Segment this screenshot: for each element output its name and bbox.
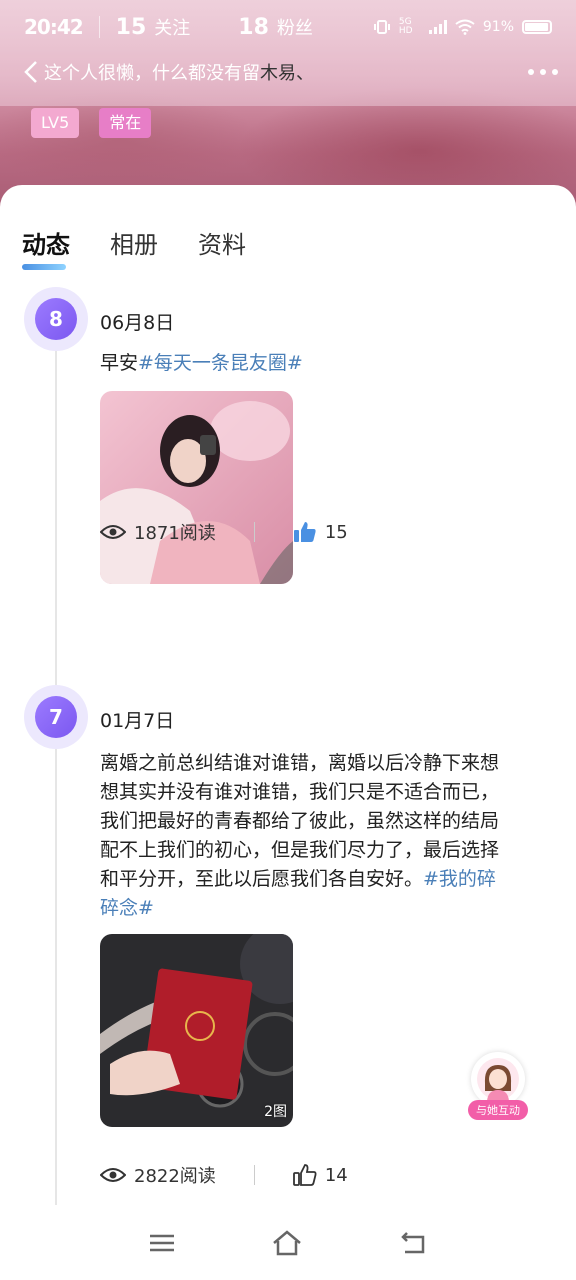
vibrate-icon [373, 20, 390, 34]
avatar [471, 1052, 525, 1106]
eye-icon [100, 525, 126, 539]
interact-button[interactable]: 与她互动 [468, 1052, 528, 1124]
profile-tags: LV5 常在 [31, 108, 152, 138]
eye-icon [100, 1168, 126, 1182]
following-count: 15 [115, 15, 147, 40]
post-image[interactable] [100, 391, 293, 584]
profile-tabs: 动态 相册 资料 [22, 225, 246, 270]
timeline-line [55, 320, 57, 1215]
more-options-button[interactable] [528, 69, 558, 75]
view-count: 1871阅读 [134, 523, 216, 544]
back-nav-icon[interactable] [399, 1231, 427, 1255]
network-type: 5G HD [398, 17, 413, 36]
menu-icon[interactable] [149, 1233, 175, 1253]
status-badge: 常在 [99, 108, 152, 138]
system-nav-bar [0, 1205, 576, 1280]
post-date: 01月7日 [100, 710, 175, 732]
like-count: 15 [324, 521, 348, 543]
girl-avatar-icon [477, 1058, 519, 1101]
view-count: 2822阅读 [134, 1166, 216, 1187]
wifi-icon [455, 19, 475, 35]
selfie-photo [100, 391, 293, 584]
signal-icon [428, 20, 447, 34]
day-badge: 7 [24, 685, 88, 749]
level-badge: LV5 [31, 108, 80, 138]
status-divider [98, 16, 100, 38]
post-image[interactable]: 2图 [100, 934, 293, 1127]
meta-divider [253, 1165, 255, 1185]
followers-count: 18 [238, 15, 269, 40]
profile-nickname: 木易、 [260, 63, 314, 84]
profile-nav-row: 这个人很懒，什么都没有留 木易、 [0, 52, 576, 92]
status-bar: 20:42 15 关注 18 粉丝 5G HD 91% [0, 0, 576, 54]
post-meta: 1871阅读 15 [100, 519, 348, 545]
day-number: 8 [35, 298, 77, 340]
post-text: 早安#每天一条昆友圈# [100, 349, 500, 378]
chevron-left-icon [24, 61, 37, 83]
thumbs-up-icon[interactable] [292, 1163, 317, 1187]
post-text: 离婚之前总纠结谁对谁错，离婚以后冷静下来想想其实并没有谁对谁错，我们只是不适合而… [100, 749, 500, 923]
like-count: 14 [324, 1164, 348, 1186]
image-count: 2图 [264, 1104, 287, 1120]
profile-bio: 这个人很懒，什么都没有留 [44, 63, 260, 84]
following-stat[interactable]: 15 关注 [116, 14, 191, 40]
back-button[interactable] [18, 56, 44, 88]
interact-label: 与她互动 [468, 1100, 528, 1120]
status-time: 20:42 [24, 15, 84, 39]
followers-stat[interactable]: 18 粉丝 [238, 14, 313, 40]
day-badge: 8 [24, 287, 88, 351]
battery-icon [522, 20, 552, 34]
system-status-icons: 5G HD 91% [373, 18, 552, 36]
post-meta: 2822阅读 14 [100, 1162, 348, 1188]
followers-label: 粉丝 [276, 18, 313, 39]
tab-posts[interactable]: 动态 [22, 225, 70, 270]
home-icon[interactable] [272, 1229, 302, 1256]
post-date: 06月8日 [100, 312, 175, 334]
post-body: 早安 [100, 352, 139, 374]
meta-divider [253, 522, 255, 542]
more-dot [552, 69, 558, 75]
more-dot [528, 69, 534, 75]
day-number: 7 [35, 696, 77, 738]
more-dot [540, 69, 546, 75]
certificate-photo [100, 934, 293, 1127]
post-hashtag[interactable]: #每天一条昆友圈# [138, 352, 303, 374]
tab-profile-info[interactable]: 资料 [198, 225, 246, 260]
following-label: 关注 [154, 18, 191, 39]
thumbs-up-filled-icon[interactable] [293, 520, 317, 544]
battery-text: 91% [482, 19, 514, 35]
tab-album[interactable]: 相册 [110, 225, 158, 260]
